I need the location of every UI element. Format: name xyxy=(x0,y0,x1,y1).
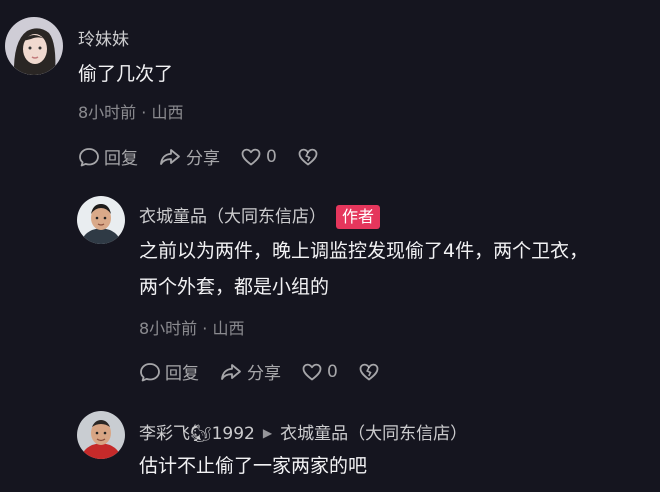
comment-actions: 回复 分享 0 xyxy=(139,359,404,384)
reply-icon xyxy=(139,361,165,383)
share-button[interactable]: 分享 xyxy=(158,144,220,169)
comment-text: 偷了几次了 xyxy=(78,63,174,85)
reply-label: 回复 xyxy=(165,364,199,384)
comment-author-row: 衣城童品（大同东信店） 作者 xyxy=(139,202,381,229)
avatar[interactable] xyxy=(77,411,125,459)
like-button[interactable]: 0 xyxy=(301,361,338,383)
avatar[interactable] xyxy=(77,196,125,244)
comment-item: 李彩飞🐿1992 ▶ 衣城童品（大同东信店） 估计不止偷了一家两家的吧 xyxy=(0,390,660,492)
reply-button[interactable]: 回复 xyxy=(78,144,138,169)
comment-text-line-2: 两个外套，都是小组的 xyxy=(139,276,330,298)
reply-label: 回复 xyxy=(104,149,138,169)
comment-meta: 8小时前 · 山西 xyxy=(78,103,184,122)
heart-icon xyxy=(301,361,327,383)
comment-item: 衣城童品（大同东信店） 作者 之前以为两件，晚上调监控发现偷了4件，两个卫衣， 两… xyxy=(0,180,660,390)
reply-to-author[interactable]: 衣城童品（大同东信店） xyxy=(280,424,467,444)
comment-meta: 8小时前 · 山西 xyxy=(139,319,245,338)
share-label: 分享 xyxy=(186,149,220,169)
share-icon xyxy=(158,146,186,168)
avatar[interactable] xyxy=(5,17,63,75)
reply-button[interactable]: 回复 xyxy=(139,359,199,384)
comment-item: 玲妹妹 偷了几次了 8小时前 · 山西 回复 分享 0 xyxy=(0,0,660,180)
author-badge: 作者 xyxy=(336,205,381,229)
comment-text: 估计不止偷了一家两家的吧 xyxy=(139,455,368,477)
comment-text-line-1: 之前以为两件，晚上调监控发现偷了4件，两个卫衣， xyxy=(139,240,589,262)
dislike-button[interactable] xyxy=(297,146,323,168)
comment-author[interactable]: 李彩飞🐿1992 xyxy=(139,424,255,444)
heart-icon xyxy=(240,146,266,168)
reply-arrow-icon: ▶ xyxy=(262,426,273,440)
share-button[interactable]: 分享 xyxy=(219,359,281,384)
reply-icon xyxy=(78,146,104,168)
like-count: 0 xyxy=(327,361,338,382)
dislike-button[interactable] xyxy=(358,361,384,383)
comment-author-row: 李彩飞🐿1992 ▶ 衣城童品（大同东信店） xyxy=(139,419,467,444)
share-label: 分享 xyxy=(247,364,281,384)
like-count: 0 xyxy=(266,146,277,167)
like-button[interactable]: 0 xyxy=(240,146,277,168)
comment-author[interactable]: 衣城童品（大同东信店） xyxy=(139,207,326,227)
comment-actions: 回复 分享 0 xyxy=(78,144,343,169)
broken-heart-icon xyxy=(297,146,323,168)
broken-heart-icon xyxy=(358,361,384,383)
comment-author[interactable]: 玲妹妹 xyxy=(78,25,129,50)
share-icon xyxy=(219,361,247,383)
